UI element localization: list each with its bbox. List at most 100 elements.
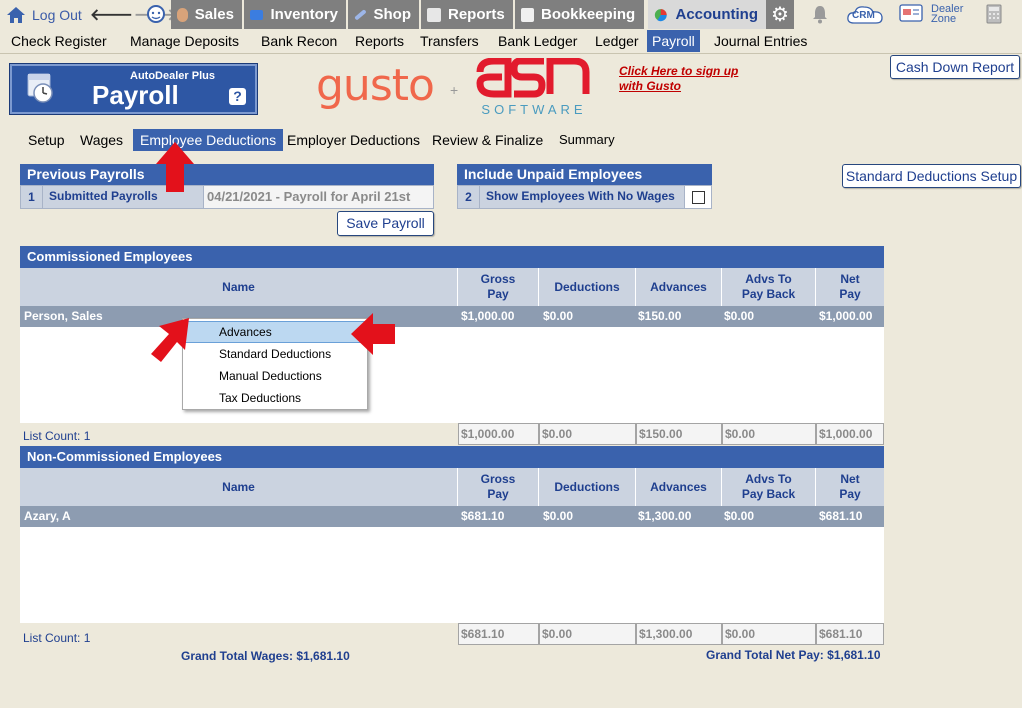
col-gross-line1: Gross (480, 472, 516, 486)
col-net-pay[interactable]: Net Pay (816, 268, 884, 306)
total-deductions: $0.00 (539, 423, 636, 445)
col-gross-pay[interactable]: Gross Pay (458, 468, 539, 506)
total-deductions: $0.00 (539, 623, 636, 645)
col-advs-to-pay-back[interactable]: Advs To Pay Back (722, 468, 816, 506)
grand-total-wages-value: $1,681.10 (296, 649, 350, 663)
net-pay-value: $681.10 (819, 509, 863, 523)
col-deductions[interactable]: Deductions (539, 268, 636, 306)
tab-review-finalize[interactable]: Review & Finalize (432, 129, 543, 151)
module-accounting[interactable]: Accounting (648, 0, 766, 29)
red-arrow-diagonal-icon (151, 318, 189, 362)
subnav-check-register[interactable]: Check Register (11, 30, 107, 52)
subnav-bank-ledger[interactable]: Bank Ledger (498, 30, 577, 52)
calculator-icon (986, 4, 1002, 24)
dealer-zone-button[interactable]: Dealer Zone (899, 4, 963, 25)
book-icon (521, 7, 534, 22)
signup-line-2: with Gusto (619, 79, 681, 93)
col-gross-pay[interactable]: Gross Pay (458, 268, 539, 306)
submitted-payrolls-select[interactable]: 04/21/2021 - Payroll for April 21st (203, 186, 433, 208)
logo-plus-sign: + (450, 82, 459, 98)
col-net-line2: Pay (839, 487, 861, 501)
total-gross: $1,000.00 (458, 423, 539, 445)
advs-back-value: $0.00 (724, 309, 755, 323)
calculator-button[interactable] (986, 4, 1002, 27)
col-advances[interactable]: Advances (636, 268, 722, 306)
module-inventory-label: Inventory (270, 6, 338, 23)
show-no-wages-checkbox[interactable] (692, 191, 705, 204)
module-shop[interactable]: Shop (348, 0, 421, 29)
help-icon[interactable]: ? (229, 88, 246, 105)
employee-name: Azary, A (24, 509, 71, 523)
no-wages-cell (684, 186, 711, 208)
subnav-ledger[interactable]: Ledger (595, 30, 639, 52)
standard-deductions-setup-button[interactable]: Standard Deductions Setup (842, 164, 1021, 188)
menu-item-manual-deductions[interactable]: Manual Deductions (185, 365, 367, 387)
include-unpaid-header: Include Unpaid Employees (457, 164, 712, 185)
module-sales[interactable]: Sales (171, 0, 244, 29)
subnav-payroll[interactable]: Payroll (647, 30, 700, 52)
reports-icon (427, 7, 441, 22)
settings-button[interactable]: ⚙ (766, 0, 794, 29)
menu-item-standard-deductions[interactable]: Standard Deductions (185, 343, 367, 365)
tab-summary[interactable]: Summary (559, 129, 615, 151)
deductions-value: $0.00 (543, 509, 574, 523)
bell-icon (813, 6, 827, 24)
commissioned-column-headers: Name Gross Pay Deductions Advances Advs T… (20, 268, 884, 306)
col-name[interactable]: Name (20, 268, 458, 306)
menu-item-tax-deductions[interactable]: Tax Deductions (185, 387, 367, 409)
table-row[interactable]: Azary, A $681.10 $0.00 $1,300.00 $0.00 $… (20, 506, 884, 527)
logout-link[interactable]: Log Out (6, 0, 82, 29)
signup-line-1: Click Here to sign up (619, 64, 739, 78)
total-net: $681.10 (816, 623, 884, 645)
col-advs-to-pay-back[interactable]: Advs To Pay Back (722, 268, 816, 306)
grand-total-wages: Grand Total Wages: $1,681.10 (181, 649, 350, 663)
pie-chart-icon (654, 8, 667, 21)
subnav-divider (0, 53, 1022, 54)
col-advs-line2: Pay Back (741, 287, 796, 301)
subnav-manage-deposits[interactable]: Manage Deposits (130, 30, 239, 52)
gross-pay-value: $681.10 (461, 509, 505, 523)
noncommissioned-list-count: List Count: 1 (23, 631, 91, 645)
col-advances[interactable]: Advances (636, 468, 722, 506)
tab-wages[interactable]: Wages (80, 129, 123, 151)
advs-back-value: $0.00 (724, 509, 755, 523)
save-payroll-button[interactable]: Save Payroll (337, 211, 434, 236)
cash-down-report-button[interactable]: Cash Down Report (890, 55, 1020, 79)
noncommissioned-employees-header: Non-Commissioned Employees (20, 446, 884, 468)
notifications-button[interactable] (811, 5, 829, 27)
show-no-wages-row: 2 Show Employees With No Wages (457, 185, 712, 209)
col-net-line1: Net (840, 472, 860, 486)
module-inventory[interactable]: Inventory (244, 0, 348, 29)
advances-value: $150.00 (638, 309, 682, 323)
red-arrow-left-icon (351, 313, 395, 355)
gusto-signup-link[interactable]: Click Here to sign up with Gusto (619, 64, 738, 94)
subnav-bank-recon[interactable]: Bank Recon (261, 30, 337, 52)
noncommissioned-grid-body (20, 527, 884, 623)
col-net-pay[interactable]: Net Pay (816, 468, 884, 506)
subnav-journal-entries[interactable]: Journal Entries (714, 30, 807, 52)
subnav-transfers[interactable]: Transfers (420, 30, 479, 52)
total-advances: $1,300.00 (636, 623, 722, 645)
module-bookkeeping[interactable]: Bookkeeping (515, 0, 646, 29)
logo-title: Payroll (92, 80, 179, 110)
crm-button[interactable]: CRM (846, 3, 884, 28)
row-number-2: 2 (458, 186, 480, 208)
col-advs-line1: Advs To (745, 472, 792, 486)
module-reports[interactable]: Reports (421, 0, 515, 29)
tab-employer-deductions[interactable]: Employer Deductions (287, 129, 420, 151)
col-advs-line1: Advs To (745, 272, 792, 286)
col-net-line1: Net (840, 272, 860, 286)
col-name[interactable]: Name (20, 468, 458, 506)
col-advs-line2: Pay Back (741, 487, 796, 501)
subnav-reports[interactable]: Reports (355, 30, 404, 52)
advances-value: $1,300.00 (638, 509, 692, 523)
col-gross-line1: Gross (480, 272, 516, 286)
tab-setup[interactable]: Setup (28, 129, 65, 151)
col-deductions[interactable]: Deductions (539, 468, 636, 506)
menu-item-advances[interactable]: Advances (185, 321, 367, 343)
deductions-context-menu: Advances Standard Deductions Manual Dedu… (182, 318, 368, 410)
back-arrow-icon[interactable]: 🡐 (90, 4, 134, 25)
dealer-zone-label-2: Zone (931, 13, 957, 25)
clock-calendar-icon (27, 73, 53, 103)
user-face-icon[interactable] (146, 4, 166, 27)
